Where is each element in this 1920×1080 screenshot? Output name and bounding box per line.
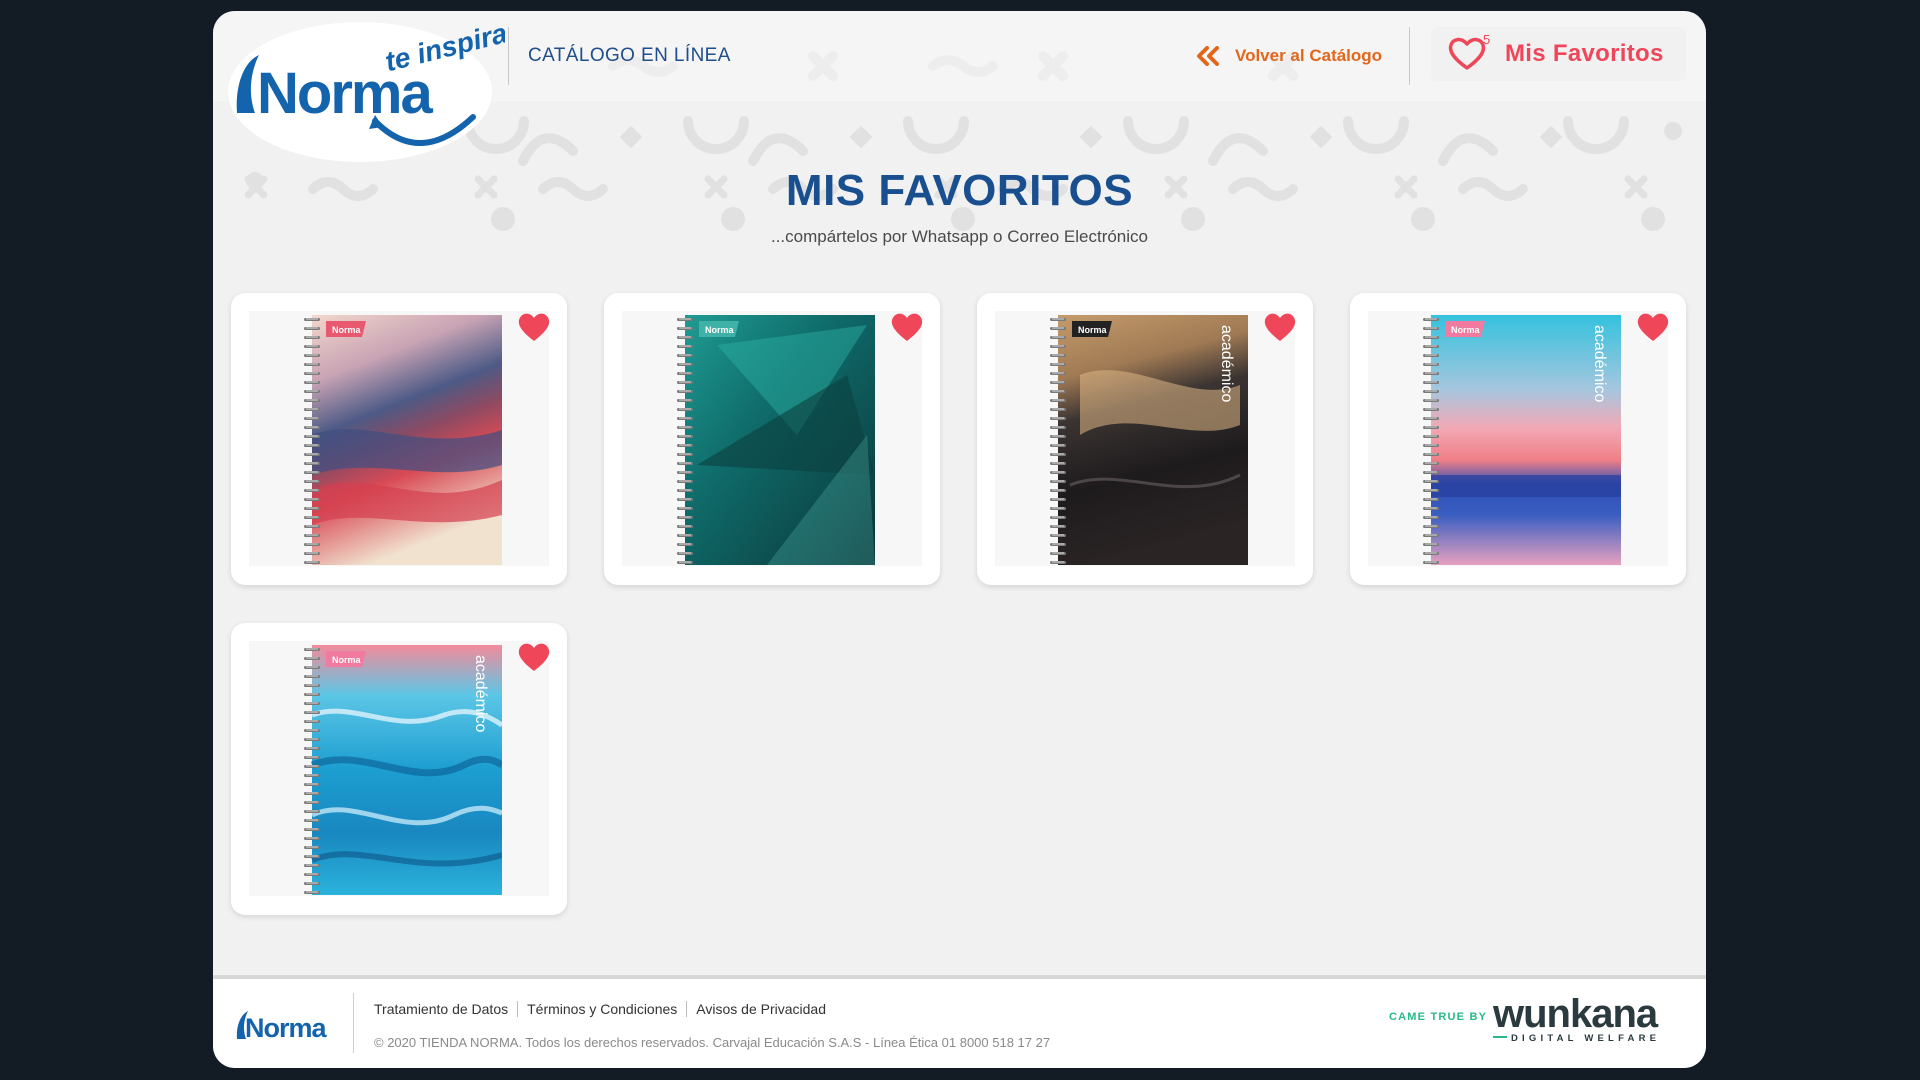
credit-label: CAME TRUE BY bbox=[1389, 1011, 1488, 1023]
product-image[interactable]: Norma académico bbox=[1368, 311, 1668, 566]
heart-filled-icon bbox=[518, 313, 550, 341]
footer-divider bbox=[353, 993, 354, 1053]
favorite-toggle-button[interactable] bbox=[1263, 311, 1297, 343]
notebook-cover-image: Norma bbox=[677, 315, 875, 565]
heart-filled-icon bbox=[518, 643, 550, 671]
back-to-catalog-label: Volver al Catálogo bbox=[1235, 46, 1383, 65]
product-card[interactable]: Norma académico bbox=[977, 293, 1313, 585]
favorites-count-badge: 5 bbox=[1483, 32, 1491, 47]
privacy-data-link[interactable]: Tratamiento de Datos bbox=[374, 1001, 508, 1017]
double-chevron-left-icon bbox=[1197, 46, 1219, 66]
svg-text:Norma: Norma bbox=[245, 1013, 328, 1043]
copyright-text: © 2020 TIENDA NORMA. Todos los derechos … bbox=[374, 1035, 1051, 1050]
notebook-cover-image: Norma académico bbox=[1050, 315, 1248, 565]
product-card[interactable]: Norma bbox=[604, 293, 940, 585]
my-favorites-button[interactable]: 5 Mis Favoritos bbox=[1431, 27, 1686, 81]
svg-text:DIGITAL WELFARE: DIGITAL WELFARE bbox=[1511, 1033, 1660, 1044]
product-card[interactable]: Norma académico bbox=[1350, 293, 1686, 585]
product-image[interactable]: Norma bbox=[622, 311, 922, 566]
svg-text:Norma: Norma bbox=[1078, 325, 1108, 335]
privacy-notice-link[interactable]: Avisos de Privacidad bbox=[696, 1001, 826, 1017]
terms-link[interactable]: Términos y Condiciones bbox=[527, 1001, 677, 1017]
favorite-toggle-button[interactable] bbox=[1636, 311, 1670, 343]
footer: Norma Tratamiento de Datos Términos y Co… bbox=[213, 975, 1706, 1068]
my-favorites-label: Mis Favoritos bbox=[1505, 40, 1664, 67]
favorite-toggle-button[interactable] bbox=[890, 311, 924, 343]
svg-text:Norma: Norma bbox=[332, 655, 362, 665]
product-image[interactable]: Norma académico bbox=[995, 311, 1295, 566]
product-image[interactable]: Norma académico bbox=[249, 641, 549, 896]
app-frame: Norma te inspira CATÁLOGO EN LÍNEA Volve… bbox=[213, 11, 1706, 1068]
link-separator bbox=[517, 1001, 519, 1017]
heart-outline-icon bbox=[1448, 37, 1486, 70]
footer-links: Tratamiento de Datos Términos y Condicio… bbox=[374, 1001, 826, 1017]
notebook-cover-image: Norma académico bbox=[1423, 315, 1621, 565]
favorite-toggle-button[interactable] bbox=[517, 641, 551, 673]
svg-text:wunkana: wunkana bbox=[1493, 992, 1659, 1036]
heart-filled-icon bbox=[1637, 313, 1669, 341]
notebook-cover-image: Norma académico bbox=[304, 645, 502, 895]
heart-filled-icon bbox=[1264, 313, 1296, 341]
favorite-toggle-button[interactable] bbox=[517, 311, 551, 343]
svg-text:Norma: Norma bbox=[332, 325, 362, 335]
page-title: MIS FAVORITOS bbox=[785, 166, 1134, 215]
notebook-cover-image: Norma bbox=[304, 315, 502, 565]
svg-text:académico: académico bbox=[1218, 325, 1235, 402]
product-image[interactable]: Norma bbox=[249, 311, 549, 566]
catalog-title: CATÁLOGO EN LÍNEA bbox=[528, 45, 731, 66]
norma-logo[interactable]: Norma te inspira bbox=[225, 17, 505, 167]
svg-text:Norma: Norma bbox=[1451, 325, 1481, 335]
back-to-catalog-link[interactable]: Volver al Catálogo bbox=[1195, 44, 1382, 68]
footer-norma-logo[interactable]: Norma bbox=[235, 1001, 335, 1046]
header-divider bbox=[1409, 27, 1410, 85]
header-divider bbox=[508, 27, 509, 85]
page-subtitle: ...compártelos por Whatsapp o Correo Ele… bbox=[770, 227, 1148, 246]
svg-text:académico: académico bbox=[472, 655, 489, 732]
svg-text:académico: académico bbox=[1591, 325, 1608, 402]
link-separator bbox=[686, 1001, 688, 1017]
product-card[interactable]: Norma bbox=[231, 293, 567, 585]
svg-text:Norma: Norma bbox=[705, 325, 735, 335]
wunkana-logo[interactable]: wunkana DIGITAL WELFARE bbox=[1493, 989, 1688, 1049]
heart-filled-icon bbox=[891, 313, 923, 341]
product-card[interactable]: Norma académico bbox=[231, 623, 567, 915]
favorites-heart: 5 bbox=[1447, 32, 1493, 74]
